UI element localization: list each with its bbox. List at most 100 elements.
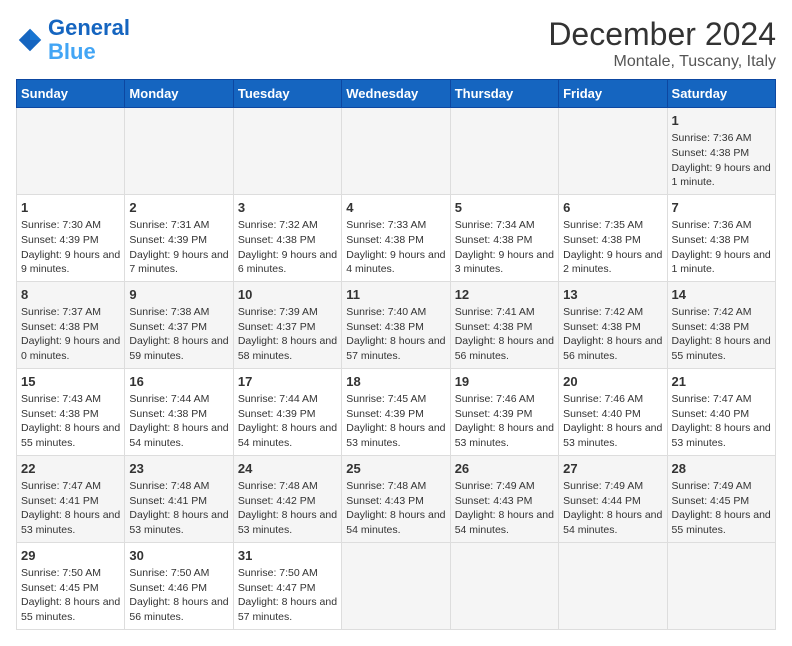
daylight-text: Daylight: 9 hours and 2 minutes. (563, 249, 662, 276)
calendar-cell (342, 108, 450, 195)
day-number: 22 (21, 460, 120, 478)
sunset-text: Sunset: 4:38 PM (346, 234, 424, 246)
logo-text: GeneralBlue (48, 16, 130, 64)
daylight-text: Daylight: 8 hours and 53 minutes. (21, 509, 120, 536)
sunrise-text: Sunrise: 7:46 AM (455, 393, 535, 405)
logo: GeneralBlue (16, 16, 130, 64)
day-number: 28 (672, 460, 771, 478)
sunrise-text: Sunrise: 7:34 AM (455, 219, 535, 231)
day-number: 26 (455, 460, 554, 478)
calendar-cell: 9 Sunrise: 7:38 AM Sunset: 4:37 PM Dayli… (125, 281, 233, 368)
sunrise-text: Sunrise: 7:44 AM (129, 393, 209, 405)
sunrise-text: Sunrise: 7:30 AM (21, 219, 101, 231)
logo-icon (16, 26, 44, 54)
day-number: 1 (672, 112, 771, 130)
calendar-cell: 16 Sunrise: 7:44 AM Sunset: 4:38 PM Dayl… (125, 368, 233, 455)
sunrise-text: Sunrise: 7:42 AM (672, 306, 752, 318)
calendar-cell: 30 Sunrise: 7:50 AM Sunset: 4:46 PM Dayl… (125, 542, 233, 629)
day-number: 25 (346, 460, 445, 478)
daylight-text: Daylight: 8 hours and 57 minutes. (346, 335, 445, 362)
daylight-text: Daylight: 9 hours and 3 minutes. (455, 249, 554, 276)
day-number: 9 (129, 286, 228, 304)
sunrise-text: Sunrise: 7:47 AM (672, 393, 752, 405)
daylight-text: Daylight: 8 hours and 58 minutes. (238, 335, 337, 362)
sunrise-text: Sunrise: 7:48 AM (129, 480, 209, 492)
day-number: 2 (129, 199, 228, 217)
sunset-text: Sunset: 4:43 PM (346, 495, 424, 507)
daylight-text: Daylight: 8 hours and 57 minutes. (238, 596, 337, 623)
sunset-text: Sunset: 4:39 PM (238, 408, 316, 420)
calendar-cell: 5 Sunrise: 7:34 AM Sunset: 4:38 PM Dayli… (450, 194, 558, 281)
sunrise-text: Sunrise: 7:38 AM (129, 306, 209, 318)
calendar-week-row: 1 Sunrise: 7:30 AM Sunset: 4:39 PM Dayli… (17, 194, 776, 281)
calendar-cell (125, 108, 233, 195)
sunset-text: Sunset: 4:37 PM (238, 321, 316, 333)
sunset-text: Sunset: 4:38 PM (21, 321, 99, 333)
day-number: 1 (21, 199, 120, 217)
calendar-cell (667, 542, 775, 629)
sunset-text: Sunset: 4:39 PM (21, 234, 99, 246)
calendar-cell (450, 108, 558, 195)
day-number: 10 (238, 286, 337, 304)
day-number: 7 (672, 199, 771, 217)
sunset-text: Sunset: 4:41 PM (21, 495, 99, 507)
daylight-text: Daylight: 8 hours and 53 minutes. (238, 509, 337, 536)
sunrise-text: Sunrise: 7:42 AM (563, 306, 643, 318)
page-header: GeneralBlue December 2024 Montale, Tusca… (16, 16, 776, 71)
calendar-cell: 17 Sunrise: 7:44 AM Sunset: 4:39 PM Dayl… (233, 368, 341, 455)
sunrise-text: Sunrise: 7:49 AM (672, 480, 752, 492)
sunset-text: Sunset: 4:38 PM (129, 408, 207, 420)
weekday-header: Tuesday (233, 80, 341, 108)
calendar-cell: 8 Sunrise: 7:37 AM Sunset: 4:38 PM Dayli… (17, 281, 125, 368)
day-number: 29 (21, 547, 120, 565)
sunrise-text: Sunrise: 7:33 AM (346, 219, 426, 231)
sunset-text: Sunset: 4:46 PM (129, 582, 207, 594)
sunset-text: Sunset: 4:45 PM (21, 582, 99, 594)
day-number: 15 (21, 373, 120, 391)
sunset-text: Sunset: 4:41 PM (129, 495, 207, 507)
sunset-text: Sunset: 4:38 PM (563, 234, 641, 246)
sunrise-text: Sunrise: 7:32 AM (238, 219, 318, 231)
calendar-cell: 14 Sunrise: 7:42 AM Sunset: 4:38 PM Dayl… (667, 281, 775, 368)
daylight-text: Daylight: 8 hours and 53 minutes. (672, 422, 771, 449)
day-number: 19 (455, 373, 554, 391)
day-number: 17 (238, 373, 337, 391)
sunset-text: Sunset: 4:37 PM (129, 321, 207, 333)
day-number: 12 (455, 286, 554, 304)
calendar-cell: 1 Sunrise: 7:30 AM Sunset: 4:39 PM Dayli… (17, 194, 125, 281)
calendar-cell: 26 Sunrise: 7:49 AM Sunset: 4:43 PM Dayl… (450, 455, 558, 542)
daylight-text: Daylight: 9 hours and 4 minutes. (346, 249, 445, 276)
sunset-text: Sunset: 4:38 PM (672, 234, 750, 246)
daylight-text: Daylight: 8 hours and 55 minutes. (672, 335, 771, 362)
calendar-cell: 10 Sunrise: 7:39 AM Sunset: 4:37 PM Dayl… (233, 281, 341, 368)
calendar-cell (450, 542, 558, 629)
sunrise-text: Sunrise: 7:41 AM (455, 306, 535, 318)
daylight-text: Daylight: 8 hours and 54 minutes. (129, 422, 228, 449)
daylight-text: Daylight: 8 hours and 53 minutes. (455, 422, 554, 449)
sunset-text: Sunset: 4:39 PM (346, 408, 424, 420)
sunrise-text: Sunrise: 7:39 AM (238, 306, 318, 318)
calendar-cell: 2 Sunrise: 7:31 AM Sunset: 4:39 PM Dayli… (125, 194, 233, 281)
calendar-cell: 4 Sunrise: 7:33 AM Sunset: 4:38 PM Dayli… (342, 194, 450, 281)
calendar-cell: 25 Sunrise: 7:48 AM Sunset: 4:43 PM Dayl… (342, 455, 450, 542)
sunset-text: Sunset: 4:38 PM (672, 321, 750, 333)
day-number: 4 (346, 199, 445, 217)
day-number: 6 (563, 199, 662, 217)
daylight-text: Daylight: 8 hours and 53 minutes. (129, 509, 228, 536)
daylight-text: Daylight: 9 hours and 7 minutes. (129, 249, 228, 276)
daylight-text: Daylight: 8 hours and 56 minutes. (563, 335, 662, 362)
sunrise-text: Sunrise: 7:47 AM (21, 480, 101, 492)
day-number: 5 (455, 199, 554, 217)
daylight-text: Daylight: 8 hours and 54 minutes. (563, 509, 662, 536)
sunset-text: Sunset: 4:38 PM (346, 321, 424, 333)
sunset-text: Sunset: 4:44 PM (563, 495, 641, 507)
sunset-text: Sunset: 4:38 PM (672, 147, 750, 159)
weekday-header: Thursday (450, 80, 558, 108)
day-number: 18 (346, 373, 445, 391)
calendar-cell: 7 Sunrise: 7:36 AM Sunset: 4:38 PM Dayli… (667, 194, 775, 281)
weekday-header: Sunday (17, 80, 125, 108)
sunrise-text: Sunrise: 7:35 AM (563, 219, 643, 231)
sunrise-text: Sunrise: 7:36 AM (672, 132, 752, 144)
calendar-week-row: 29 Sunrise: 7:50 AM Sunset: 4:45 PM Dayl… (17, 542, 776, 629)
calendar-cell: 1 Sunrise: 7:36 AM Sunset: 4:38 PM Dayli… (667, 108, 775, 195)
